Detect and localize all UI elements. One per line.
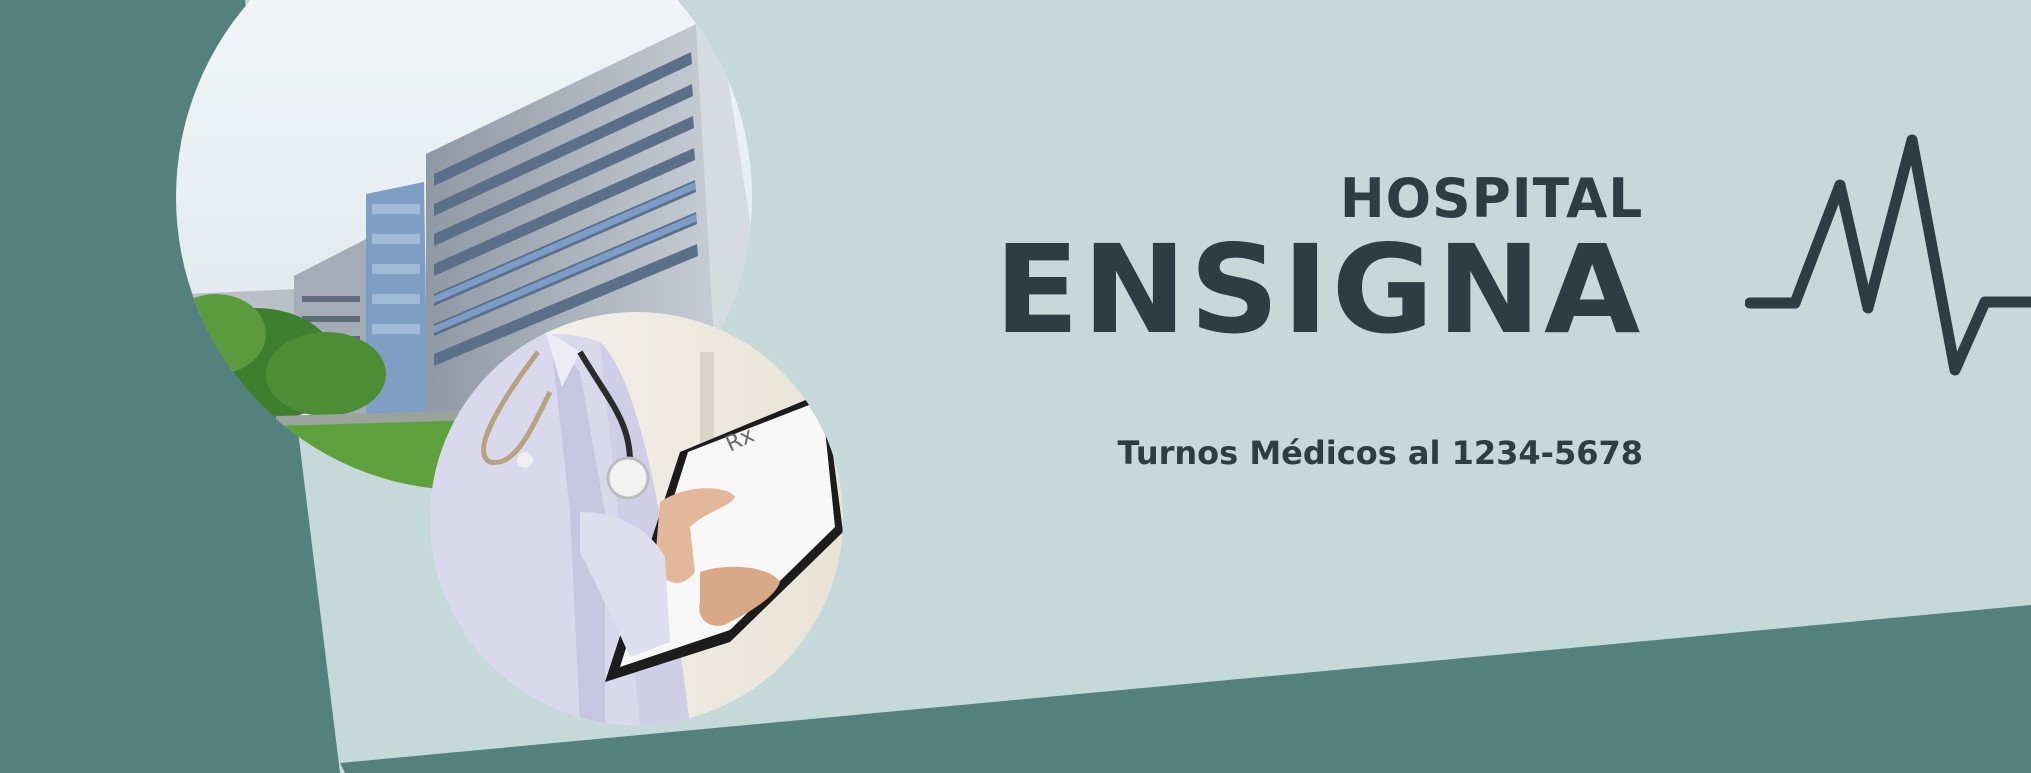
heartbeat-line-icon: [1745, 134, 2031, 376]
hospital-title: HOSPITAL ENSIGNA: [994, 170, 1643, 352]
doctor-photo: Rx: [430, 312, 843, 725]
appointments-phone: Turnos Médicos al 1234-5678: [1117, 434, 1644, 472]
title-ensigna: ENSIGNA: [993, 219, 1643, 361]
hospital-banner: Rx HOSPITAL ENSIGNA Turnos Médicos al 12…: [0, 0, 2031, 773]
